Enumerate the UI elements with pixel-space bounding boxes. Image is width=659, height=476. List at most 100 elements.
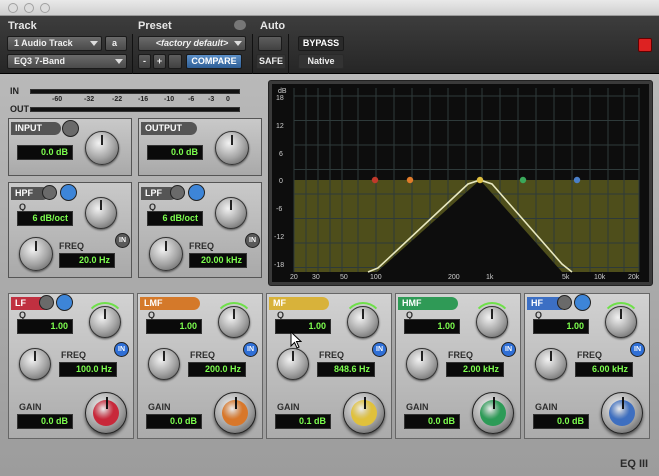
- hpf-slope-icon[interactable]: [42, 185, 57, 200]
- chevron-down-icon: [115, 59, 123, 64]
- gain-knob[interactable]: [601, 392, 643, 434]
- knob-indicator: [550, 351, 552, 361]
- in-button[interactable]: IN: [630, 342, 645, 357]
- eq-response-graph[interactable]: dB 18 12 6 0 -6 -12 -18 20 30 50 100 200…: [272, 84, 649, 282]
- gain-knob-indicator: [493, 397, 495, 409]
- mf-band-node[interactable]: [476, 176, 484, 184]
- knob-indicator: [165, 240, 167, 251]
- knob-indicator: [101, 134, 103, 145]
- safe-button[interactable]: SAFE: [256, 54, 286, 69]
- lpf-slope-icon[interactable]: [170, 185, 185, 200]
- band-panel-lmf: LMF Q 1.00 FREQ 200.0 Hz IN GAIN 0.0 dB: [137, 293, 263, 439]
- input-meter: [30, 89, 240, 94]
- plugin-select-value: EQ3 7-Band: [14, 56, 66, 66]
- hf-band-node[interactable]: [573, 176, 581, 184]
- track-channel-select[interactable]: a: [105, 36, 127, 51]
- out-meter-label: OUT: [10, 104, 29, 114]
- gain-label: GAIN: [148, 402, 171, 412]
- input-gain-knob[interactable]: [85, 131, 119, 165]
- compare-button[interactable]: COMPARE: [186, 54, 242, 69]
- lpf-in-button[interactable]: IN: [245, 233, 260, 248]
- gain-label: GAIN: [19, 402, 42, 412]
- mouse-cursor-icon: [290, 331, 302, 349]
- q-knob-arc: [214, 302, 254, 342]
- band-shape-icon[interactable]: [557, 295, 572, 310]
- bypass-button[interactable]: BYPASS: [298, 36, 344, 51]
- next-preset-button[interactable]: +: [153, 54, 166, 69]
- freq-value: 100.0 Hz: [59, 362, 117, 377]
- gain-value: 0.0 dB: [146, 414, 202, 429]
- meter-scale-tick: 0: [226, 96, 230, 103]
- q-value: 1.00: [17, 319, 73, 334]
- hpf-freq-knob[interactable]: [19, 237, 53, 271]
- gain-label: GAIN: [535, 402, 558, 412]
- in-button[interactable]: IN: [372, 342, 387, 357]
- gain-knob[interactable]: [214, 392, 256, 434]
- product-logo: EQ III: [620, 458, 649, 470]
- copy-settings-icon[interactable]: [168, 54, 182, 69]
- y-tick: 12: [276, 123, 284, 130]
- q-knob-arc: [343, 302, 383, 342]
- preset-menu-icon[interactable]: [234, 20, 246, 30]
- zoom-window-icon[interactable]: [40, 3, 50, 13]
- hpf-enable-icon[interactable]: [60, 184, 77, 201]
- freq-knob[interactable]: [19, 348, 51, 380]
- close-window-icon[interactable]: [8, 3, 18, 13]
- input-label: INPUT: [11, 122, 61, 135]
- hmf-band-node[interactable]: [519, 176, 527, 184]
- in-button[interactable]: IN: [114, 342, 129, 357]
- preset-select-value: <factory default>: [155, 38, 229, 48]
- hpf-in-button[interactable]: IN: [115, 233, 130, 248]
- lpf-freq-label: FREQ: [189, 241, 215, 251]
- band-shape-icon[interactable]: [39, 295, 54, 310]
- lpf-q-knob[interactable]: [215, 197, 247, 229]
- output-gain-knob[interactable]: [215, 131, 249, 165]
- in-button[interactable]: IN: [501, 342, 516, 357]
- lf-band-node[interactable]: [371, 176, 379, 184]
- gain-knob[interactable]: [85, 392, 127, 434]
- band-panel-hmf: HMF Q 1.00 FREQ 2.00 kHz IN GAIN 0.0 dB: [395, 293, 521, 439]
- band-label: HMF: [398, 297, 458, 310]
- plugin-status-icon[interactable]: [638, 38, 652, 52]
- auto-label: Auto: [260, 20, 286, 32]
- track-select[interactable]: 1 Audio Track: [7, 36, 102, 51]
- gain-knob[interactable]: [343, 392, 385, 434]
- freq-knob[interactable]: [406, 348, 438, 380]
- in-button[interactable]: IN: [243, 342, 258, 357]
- db-axis-label: dB: [278, 88, 287, 95]
- meter-scale-tick: -10: [164, 96, 175, 103]
- band-enable-icon[interactable]: [56, 294, 73, 311]
- q-value: 1.00: [533, 319, 589, 334]
- lpf-enable-icon[interactable]: [188, 184, 205, 201]
- hpf-q-value: 6 dB/oct: [17, 211, 73, 226]
- hpf-q-knob[interactable]: [85, 197, 117, 229]
- eq3-plugin-window: Track Preset Auto 1 Audio Track a EQ3 7-…: [0, 0, 659, 476]
- plugin-select[interactable]: EQ3 7-Band: [7, 54, 127, 69]
- phase-invert-icon[interactable]: [62, 120, 79, 137]
- preset-label: Preset: [138, 20, 172, 32]
- knob-indicator: [292, 351, 294, 361]
- knob-indicator: [100, 200, 102, 210]
- hpf-freq-label: FREQ: [59, 241, 85, 251]
- freq-knob[interactable]: [535, 348, 567, 380]
- x-tick: 5k: [562, 274, 570, 281]
- x-tick: 20: [290, 274, 298, 281]
- in-meter-label: IN: [10, 86, 19, 96]
- knob-indicator: [421, 351, 423, 361]
- freq-knob[interactable]: [148, 348, 180, 380]
- freq-knob[interactable]: [277, 348, 309, 380]
- lmf-band-node[interactable]: [406, 176, 414, 184]
- band-enable-icon[interactable]: [574, 294, 591, 311]
- preset-select[interactable]: <factory default>: [138, 36, 246, 51]
- q-value: 1.00: [275, 319, 331, 334]
- meter-scale-tick: -6: [188, 96, 195, 103]
- freq-label: FREQ: [448, 350, 474, 360]
- x-tick: 10k: [594, 274, 606, 281]
- knob-indicator: [231, 134, 233, 145]
- x-tick: 20k: [628, 274, 640, 281]
- previous-preset-button[interactable]: -: [138, 54, 151, 69]
- gain-knob[interactable]: [472, 392, 514, 434]
- lpf-freq-knob[interactable]: [149, 237, 183, 271]
- minimize-window-icon[interactable]: [24, 3, 34, 13]
- automation-icon[interactable]: [258, 36, 282, 51]
